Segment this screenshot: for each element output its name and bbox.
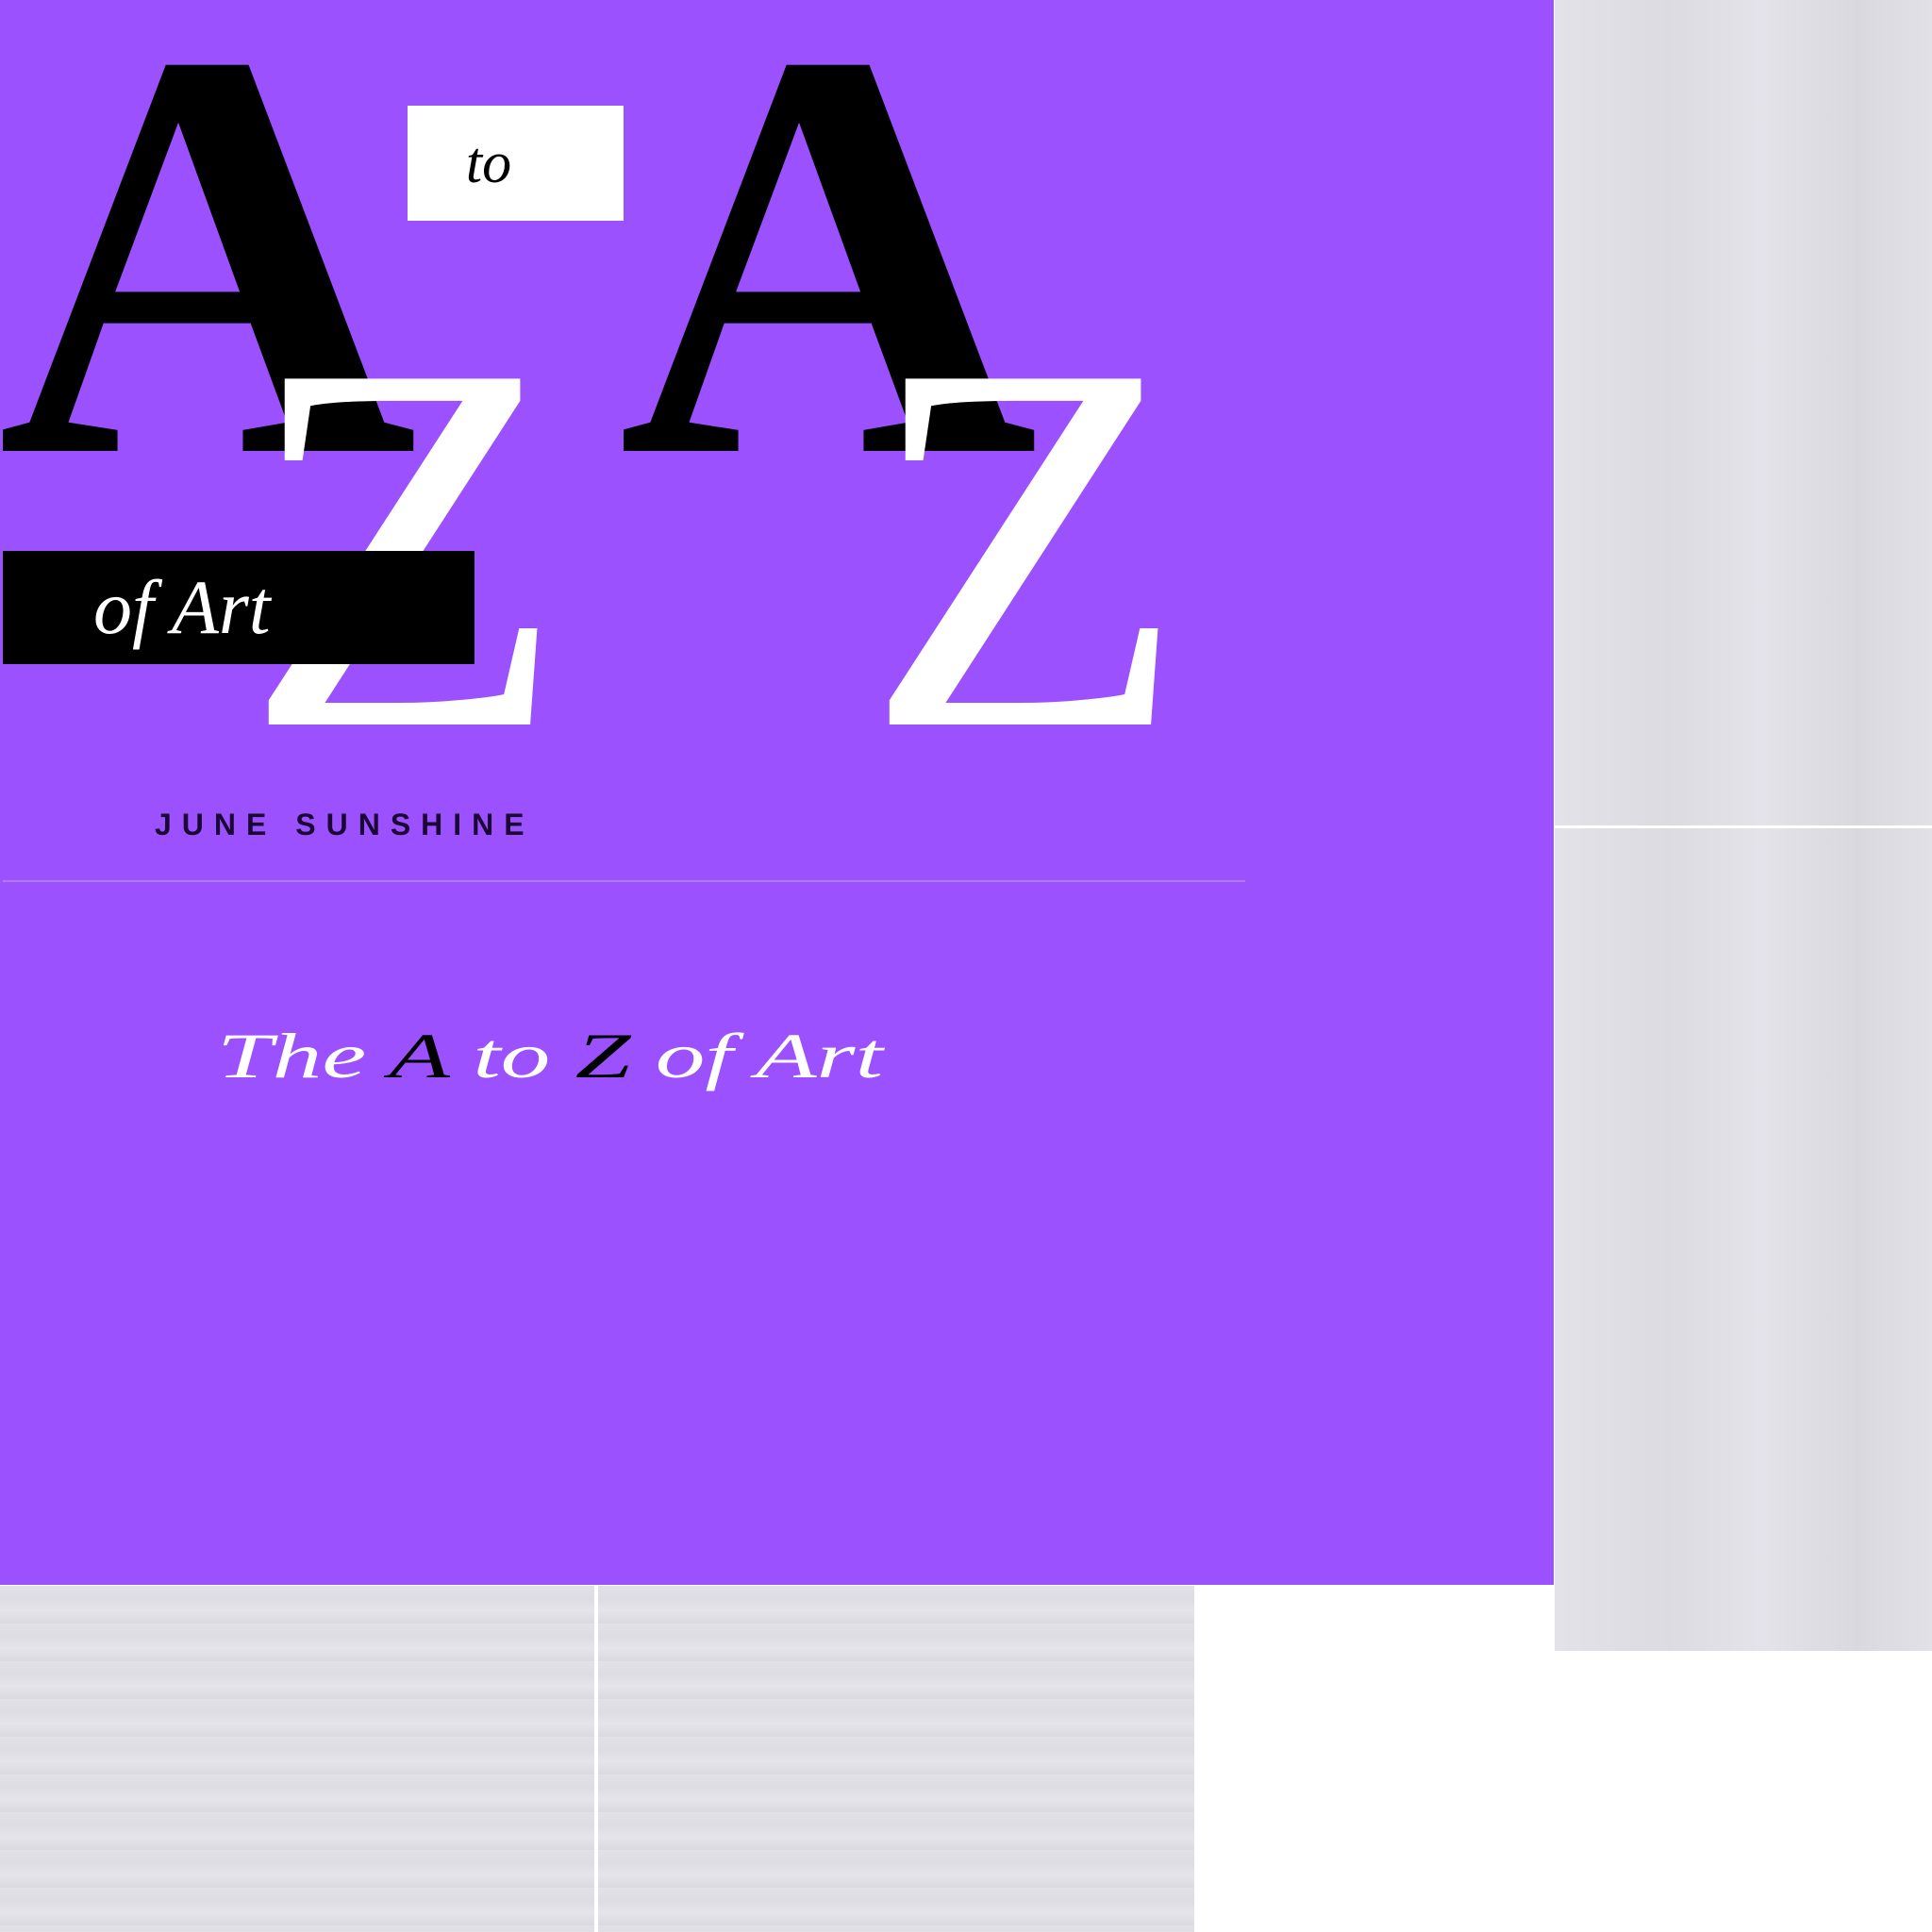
book-cover-left: A Z to of Art JUNE SUNSHINE	[3, 0, 624, 881]
title-word-of-art: of Art	[655, 1020, 883, 1091]
book-title: The A to Z of Art	[217, 1019, 883, 1093]
author-name: JUNE SUNSHINE	[155, 808, 535, 841]
book-cover-right: A Z	[624, 0, 1245, 881]
gray-panel-bottom-middle	[598, 1586, 1194, 1932]
gray-panel-right-bottom	[1555, 828, 1932, 1651]
to-label: to	[408, 106, 624, 221]
title-word-to: to	[473, 1020, 551, 1091]
gray-panel-bottom-left	[0, 1586, 594, 1932]
divider	[3, 880, 1245, 882]
of-art-label: of Art	[3, 551, 475, 664]
title-word-z: Z	[575, 1020, 631, 1091]
gray-panel-right-top	[1555, 0, 1932, 825]
title-word-a: A	[389, 1020, 449, 1091]
title-word-the: The	[217, 1020, 367, 1091]
letter-z: Z	[864, 255, 1188, 840]
letter-z: Z	[243, 255, 567, 840]
